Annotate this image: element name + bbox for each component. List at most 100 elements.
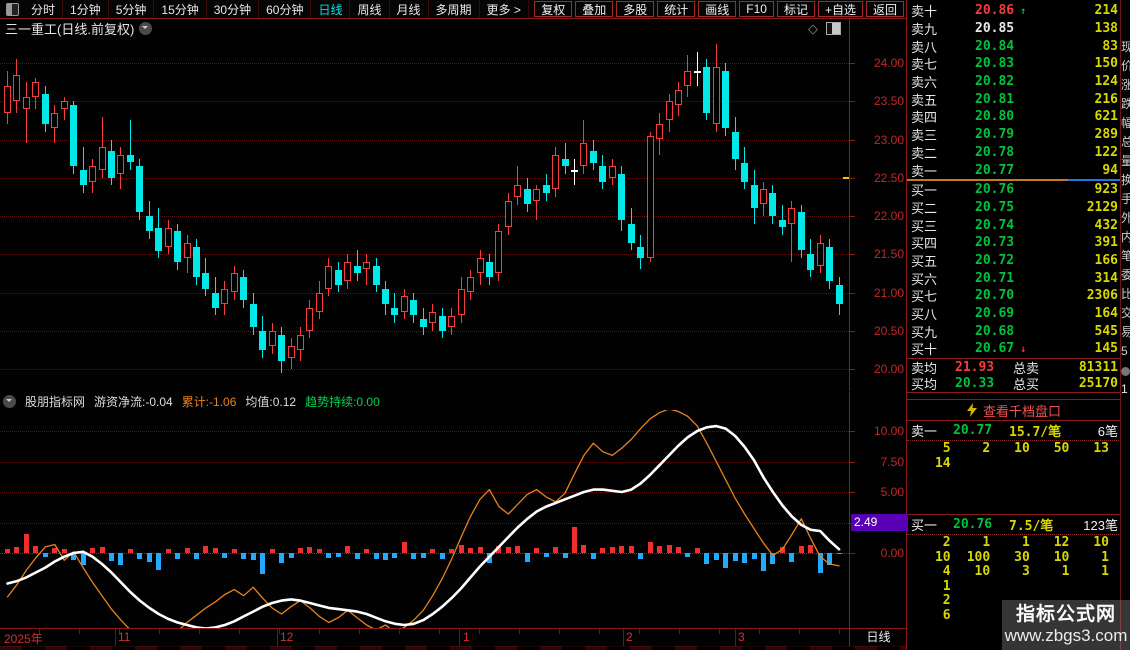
menu-button-返回[interactable]: 返回 [865,1,904,17]
indicator-chart[interactable] [0,410,849,628]
price-axis-label: 20.00 [873,362,904,376]
menu-button-统计[interactable]: 统计 [657,1,696,17]
chevron-down-icon[interactable] [3,394,16,408]
menu-item-多周期[interactable]: 多周期 [429,0,480,18]
buy-level-row[interactable]: 买七 20.70 2306 [907,287,1121,305]
lightning-icon [966,403,977,418]
candle-wick [696,51,698,86]
level-label: 买二 [911,200,938,216]
menu-item-月线[interactable]: 月线 [390,0,429,18]
menu-button-+自选[interactable]: +自选 [817,1,863,17]
buy-level-row[interactable]: 买十 20.67 ↓ 145 [907,340,1121,358]
menu-button-标记[interactable]: 标记 [776,1,815,17]
buy-level-row[interactable]: 买六 20.71 314 [907,269,1121,287]
menu-button-F10[interactable]: F10 [739,1,774,17]
buy-level-row[interactable]: 买九 20.68 545 [907,322,1121,340]
candle-body [334,269,342,285]
buy-level-row[interactable]: 买三 20.74 432 [907,216,1121,234]
candle-body [523,189,531,205]
clipped-label: 1 [1121,382,1128,396]
watermark-site-name: 指标公式网 [1015,604,1116,625]
buy-level-row[interactable]: 买二 20.75 2129 [907,199,1121,217]
sell-level-row[interactable]: 卖五 20.81 216 [907,90,1121,108]
menu-item-15分钟[interactable]: 15分钟 [154,0,207,18]
candle-body [542,185,550,193]
candle-body [372,265,380,285]
clipped-label: 幅 [1121,114,1130,133]
price-axis-label: 22.50 [873,170,904,185]
candle-body [533,189,541,201]
chevron-down-icon[interactable] [139,22,153,35]
down-arrow-icon: ↓ [1014,344,1027,356]
buy-level-row[interactable]: 买四 20.73 391 [907,234,1121,252]
clipped-label: 委 [1121,266,1130,285]
sell-level-row[interactable]: 卖一 20.77 94 [907,161,1121,179]
sell-level-row[interactable]: 卖十 20.86 ↑ 214 [907,2,1121,20]
level-price: 20.71 [975,270,1015,286]
level-label: 买八 [911,307,938,323]
level-volume: 2306 [1086,288,1118,304]
sell1-detail: 卖一 20.77 15.7/笔 6笔 5 2 10 50 13 14 [907,421,1121,470]
candlestick-chart[interactable] [0,38,849,391]
candle-body [457,288,465,316]
watermark: 指标公式网 www.zbgs3.com [1002,600,1130,650]
clipped-label: 手 [1121,190,1130,209]
buy-level-row[interactable]: 买一 20.76 923 [907,181,1121,199]
time-axis-label: 2 [626,630,633,644]
panel-split-icon[interactable] [826,22,841,35]
menu-item-分时[interactable]: 分时 [24,0,64,18]
menu-item-周线[interactable]: 周线 [350,0,390,18]
top-menu-bar: 分时 1分钟 5分钟 15分钟 30分钟 60分钟 日线 周线 月线 多周期 更多 > 复权 叠加 多股… [0,0,906,19]
candle-body [448,315,456,327]
diamond-icon[interactable]: ◇ [808,22,818,35]
candle-body [552,154,560,190]
candle-body [760,189,767,205]
candle-body [769,193,777,216]
period-label[interactable]: 日线 [849,628,907,647]
level-price: 20.70 [975,288,1015,304]
time-axis-label: 1 [463,630,470,644]
buy-level-row[interactable]: 买八 20.69 164 [907,305,1121,323]
candle-body [136,166,144,213]
avg-row: 买均 20.33 总买 25170 [911,376,1118,393]
indicator-lines [6,410,841,628]
menu-item-5分钟[interactable]: 5分钟 [109,0,155,18]
sell-level-row[interactable]: 卖六 20.82 124 [907,73,1121,91]
candle-body [287,346,295,358]
sell-level-row[interactable]: 卖三 20.79 289 [907,126,1121,144]
level-volume: 216 [1094,91,1118,107]
time-axis-label: 12 [280,630,294,644]
menu-item-更多 >[interactable]: 更多 > [480,0,529,18]
menu-item-30分钟[interactable]: 30分钟 [207,0,260,18]
sell-level-row[interactable]: 卖九 20.85 138 [907,20,1121,38]
menu-button-画线[interactable]: 画线 [698,1,737,17]
deep-quote-button[interactable]: 查看千档盘口 [907,399,1121,422]
candle-body [145,216,153,232]
sell-level-row[interactable]: 卖八 20.84 83 [907,37,1121,55]
menu-button-多股[interactable]: 多股 [616,1,655,17]
menu-button-复权[interactable]: 复权 [534,1,573,17]
level-label: 买五 [911,253,938,269]
candle-body [589,151,597,163]
level-price: 20.80 [975,109,1015,125]
sell1-queue-row: 5 2 10 50 13 [942,441,1109,457]
candle-body [391,307,399,316]
time-axis: 2025年 11 12 1 2 3 [0,628,849,647]
level-volume: 314 [1094,270,1118,286]
buy-level-row[interactable]: 买五 20.72 166 [907,252,1121,270]
candle-body [353,265,361,274]
level-price: 20.69 [975,306,1015,322]
sell-level-row[interactable]: 卖二 20.78 122 [907,144,1121,162]
candle-body [306,307,314,331]
sell-level-row[interactable]: 卖四 20.80 621 [907,108,1121,126]
menu-item-60分钟[interactable]: 60分钟 [259,0,312,18]
price-gridline [0,369,849,370]
menu-button-叠加[interactable]: 叠加 [575,1,614,17]
window-layout-icon[interactable] [6,2,19,16]
menu-item-日线[interactable]: 日线 [311,0,351,18]
candle-body [731,131,739,159]
sell-level-row[interactable]: 卖七 20.83 150 [907,55,1121,73]
candle-body [476,258,484,274]
candle-body [750,185,758,209]
menu-item-1分钟[interactable]: 1分钟 [63,0,109,18]
